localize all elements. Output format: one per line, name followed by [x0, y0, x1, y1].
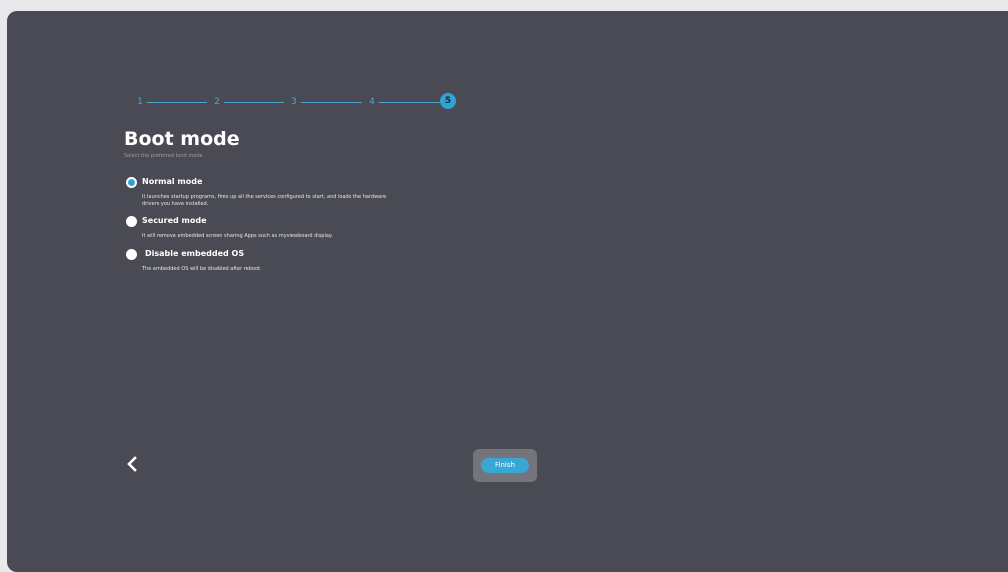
option-description: The embedded OS will be disabled after r…	[142, 266, 262, 272]
option-description: It launches startup programs, fires up a…	[142, 194, 387, 207]
step-3: 3	[291, 97, 297, 107]
stepper: 1 2 3 4 5	[117, 93, 462, 111]
option-label: Secured mode	[142, 216, 207, 225]
chevron-left-icon	[127, 456, 137, 472]
radio-disable-embedded-os[interactable]	[126, 249, 137, 260]
step-connector	[379, 102, 440, 103]
option-description: It will remove embedded screen sharing A…	[142, 233, 333, 239]
step-1: 1	[137, 97, 143, 107]
setup-window: 1 2 3 4 5 Boot mode Select the preferred…	[7, 11, 1008, 572]
radio-secured-mode[interactable]	[126, 216, 137, 227]
step-4: 4	[369, 97, 375, 107]
page-title: Boot mode	[124, 128, 240, 150]
step-connector	[224, 102, 284, 103]
step-connector	[301, 102, 362, 103]
step-5-current: 5	[440, 93, 456, 109]
step-2: 2	[214, 97, 220, 107]
back-button[interactable]	[125, 455, 139, 473]
page-subtitle: Select the preferred boot mode	[124, 153, 203, 159]
option-label: Disable embedded OS	[145, 249, 245, 258]
finish-button[interactable]: Finish	[481, 458, 529, 473]
radio-normal-mode[interactable]	[126, 177, 137, 188]
option-label: Normal mode	[142, 177, 203, 186]
step-connector	[147, 102, 207, 103]
finish-button-focus: Finish	[473, 449, 537, 482]
